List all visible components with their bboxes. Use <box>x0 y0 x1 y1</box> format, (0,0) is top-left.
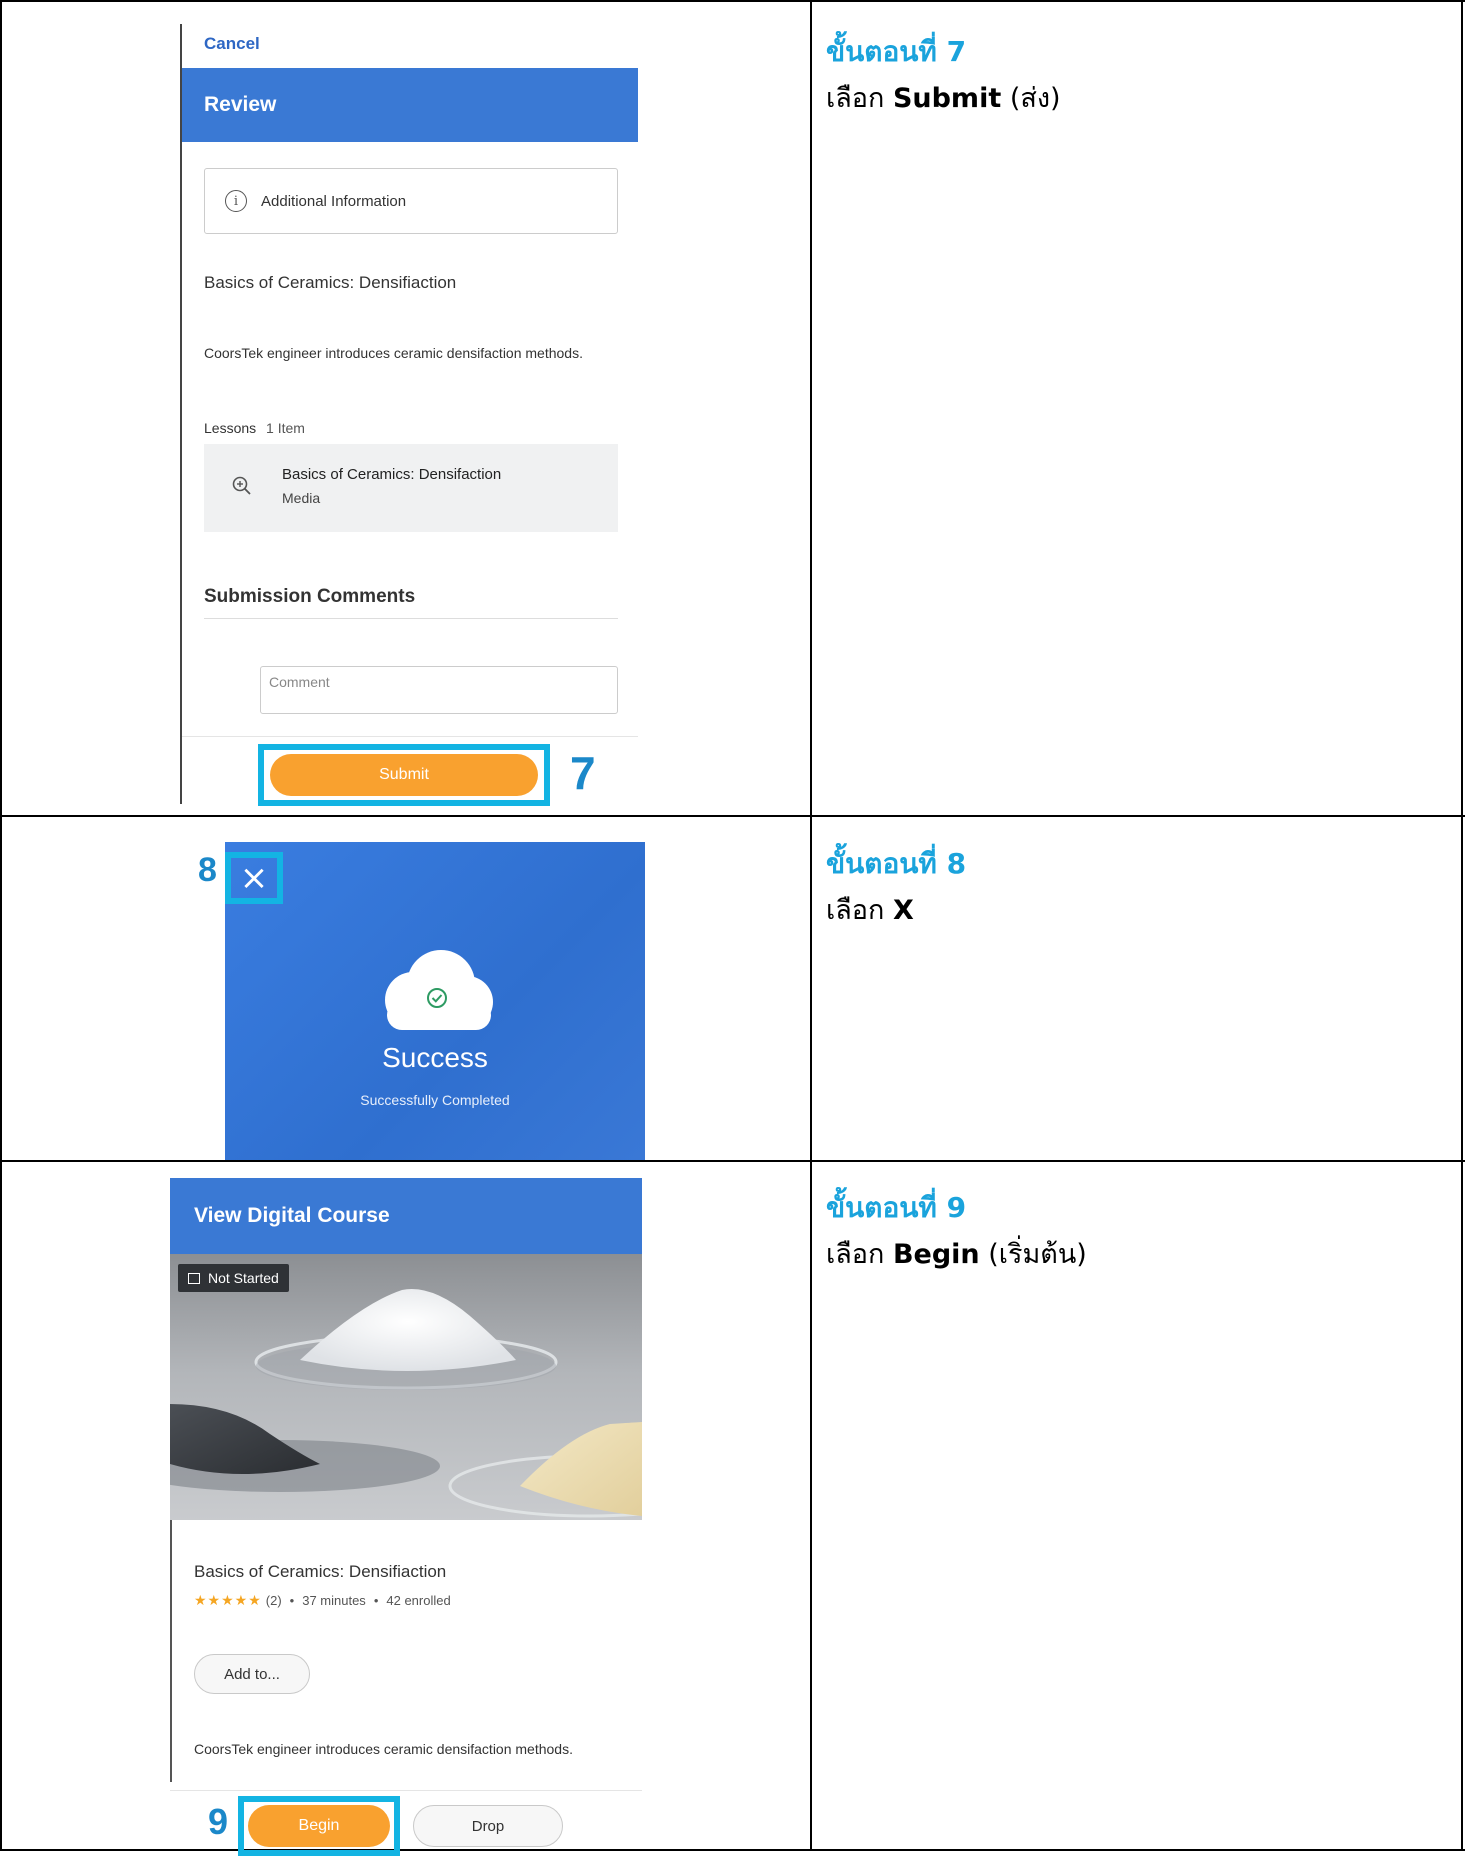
success-cloud-icon <box>375 948 495 1030</box>
lessons-label: Lessons <box>204 420 257 436</box>
close-icon[interactable]: × <box>231 858 277 898</box>
additional-info-box[interactable]: i Additional Information <box>204 168 618 234</box>
table-divider-row-2 <box>0 1160 1465 1162</box>
course-screen-left-edge <box>170 1520 172 1782</box>
callout-number-8: 8 <box>198 851 217 889</box>
course-footer-divider <box>170 1790 642 1791</box>
submit-label: Submit <box>379 766 429 783</box>
step-8-text: เลือก X <box>826 888 1426 931</box>
step-8-instruction: ขั้นตอนที่ 8 เลือก X <box>826 842 1426 931</box>
comment-input[interactable]: Comment <box>260 666 618 714</box>
step-9-prefix: เลือก <box>826 1239 885 1270</box>
lessons-count: 1 Item <box>266 420 305 436</box>
submission-divider <box>204 618 618 619</box>
lesson-type: Media <box>282 490 321 506</box>
lesson-card[interactable]: Basics of Ceramics: Densifaction Media <box>204 444 618 532</box>
step-9-instruction: ขั้นตอนที่ 9 เลือก Begin (เริ่มต้น) <box>826 1186 1426 1275</box>
step-9-bold: Begin <box>892 1239 980 1270</box>
add-to-button[interactable]: Add to... <box>194 1654 310 1694</box>
footer-divider <box>182 736 638 737</box>
table-border-top <box>0 0 1465 2</box>
success-subtitle: Successfully Completed <box>360 1092 510 1108</box>
comment-placeholder: Comment <box>269 674 330 690</box>
info-icon: i <box>225 190 247 212</box>
review-header: Review <box>182 68 638 142</box>
review-header-title: Review <box>204 93 277 116</box>
step-9-title: ขั้นตอนที่ 9 <box>826 1191 967 1224</box>
course-image: Not Started <box>170 1254 642 1520</box>
table-divider-row-1 <box>0 815 1465 817</box>
review-course-title: Basics of Ceramics: Densifiaction <box>204 273 457 292</box>
drop-button[interactable]: Drop <box>413 1805 563 1847</box>
submission-comments-heading: Submission Comments <box>204 586 416 607</box>
drop-label: Drop <box>471 1817 505 1835</box>
course-header: View Digital Course <box>170 1178 642 1254</box>
step-8-bold: X <box>892 895 914 926</box>
meta-separator-1: • <box>289 1593 295 1608</box>
rating-stars: ★★★★★ <box>194 1592 262 1608</box>
presentation-icon <box>188 1272 200 1284</box>
zoom-in-icon <box>232 476 252 496</box>
callout-number-7: 7 <box>570 747 596 799</box>
step-7-prefix: เลือก <box>826 83 885 114</box>
success-screen: Success Successfully Completed <box>225 842 645 1160</box>
step-7-text: เลือก Submit (ส่ง) <box>826 76 1426 119</box>
status-badge-label: Not Started <box>208 1270 279 1286</box>
table-border-right <box>1461 0 1463 1851</box>
additional-info-label: Additional Information <box>261 192 407 210</box>
step-8-title: ขั้นตอนที่ 8 <box>826 847 967 880</box>
step-7-title: ขั้นตอนที่ 7 <box>826 35 967 68</box>
lesson-title: Basics of Ceramics: Densifaction <box>282 466 502 483</box>
course-enrolled: 42 enrolled <box>386 1593 451 1608</box>
course-meta-row: ★★★★★ (2) • 37 minutes • 42 enrolled <box>194 1592 451 1609</box>
meta-separator-2: • <box>373 1593 379 1608</box>
review-screen: Cancel Review i Additional Information B… <box>180 24 640 806</box>
submit-button[interactable]: Submit <box>270 754 538 796</box>
step-9-text: เลือก Begin (เริ่มต้น) <box>826 1232 1426 1275</box>
lessons-row: Lessons 1 Item <box>204 420 305 436</box>
step-9-suffix: (เริ่มต้น) <box>988 1239 1087 1270</box>
course-header-title: View Digital Course <box>194 1204 390 1227</box>
status-badge: Not Started <box>178 1264 289 1292</box>
course-title: Basics of Ceramics: Densifiaction <box>194 1562 447 1581</box>
step-7-suffix: (ส่ง) <box>1009 83 1061 114</box>
step-7-instruction: ขั้นตอนที่ 7 เลือก Submit (ส่ง) <box>826 30 1426 119</box>
rating-count: (2) <box>265 1593 282 1608</box>
add-to-label: Add to... <box>224 1665 280 1683</box>
table-divider-vertical <box>810 0 812 1851</box>
review-course-description: CoorsTek engineer introduces ceramic den… <box>204 345 583 361</box>
begin-button[interactable]: Begin <box>248 1805 390 1847</box>
cancel-link[interactable]: Cancel <box>204 34 260 54</box>
success-title: Success <box>382 1042 488 1073</box>
callout-number-9: 9 <box>208 1801 229 1842</box>
course-description: CoorsTek engineer introduces ceramic den… <box>194 1741 573 1757</box>
begin-label: Begin <box>298 1817 340 1834</box>
step-8-prefix: เลือก <box>826 895 885 926</box>
course-duration: 37 minutes <box>302 1593 366 1608</box>
table-border-left <box>0 0 2 1851</box>
step-7-bold: Submit <box>892 83 1002 114</box>
course-screen: View Digital Course Not Started Basics o… <box>170 1178 642 1856</box>
